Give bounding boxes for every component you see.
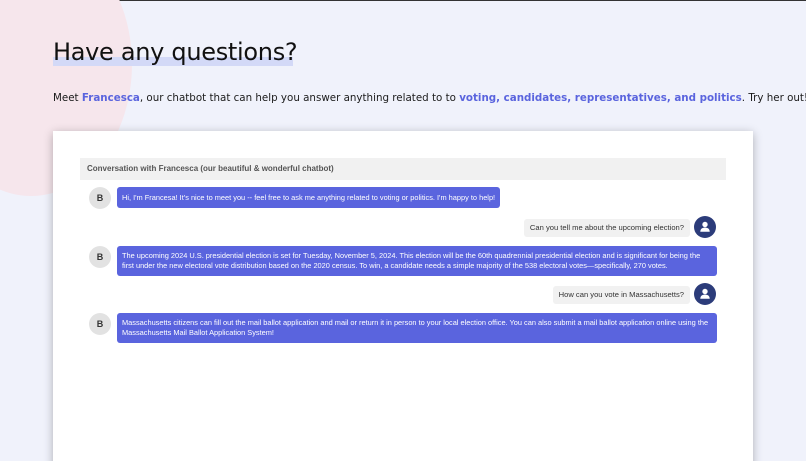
intro-text: Meet Francesca, our chatbot that can hel… <box>53 92 806 104</box>
intro-text-part: . Try her out! <box>741 92 806 104</box>
bot-avatar: B <box>89 313 111 335</box>
chat-panel: Conversation with Francesca (our beautif… <box>53 131 753 461</box>
bot-message: Massachusetts citizens can fill out the … <box>117 313 717 343</box>
topics-highlight: voting, candidates, representatives, and… <box>459 92 742 104</box>
heading-block: Have any questions? <box>53 38 298 66</box>
user-message: Can you tell me about the upcoming elect… <box>523 219 690 237</box>
top-divider <box>0 0 806 1</box>
bot-message: The upcoming 2024 U.S. presidential elec… <box>117 246 717 276</box>
bot-message: Hi, I'm Francesa! It's nice to meet you … <box>117 187 501 208</box>
user-avatar <box>694 283 716 305</box>
page-title: Have any questions? <box>53 38 298 66</box>
user-avatar <box>694 216 716 238</box>
intro-text-part: , our chatbot that can help you answer a… <box>139 92 460 104</box>
bot-avatar: B <box>89 246 111 268</box>
bot-name-highlight: Francesca <box>81 92 140 104</box>
intro-text-part: Meet <box>53 92 82 104</box>
page: Have any questions? Meet Francesca, our … <box>0 0 806 461</box>
bot-avatar: B <box>89 187 111 209</box>
user-message: How can you vote in Massachusetts? <box>552 286 690 304</box>
user-silhouette-icon <box>700 221 710 232</box>
chat-header: Conversation with Francesca (our beautif… <box>80 158 726 180</box>
user-silhouette-icon <box>700 288 710 299</box>
